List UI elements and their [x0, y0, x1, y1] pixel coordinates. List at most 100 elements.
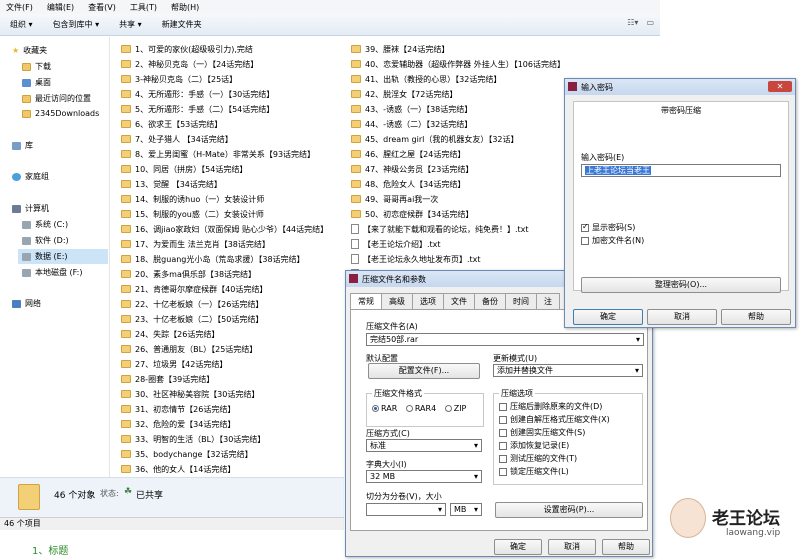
menu-view[interactable]: 查看(V) — [88, 2, 116, 13]
archive-name-input[interactable]: 完结50部.rar — [366, 333, 644, 346]
folder-item[interactable]: 1、可爱的家伙(超级吸引力),完结 — [121, 43, 253, 55]
nav-computer[interactable]: 计算机 — [12, 203, 49, 214]
folder-item[interactable]: 14、制服的诱huo（一）女装设计师 — [121, 193, 264, 205]
folder-item[interactable]: 27、垃圾男【42话完结】 — [121, 358, 227, 370]
folder-item[interactable]: 3-神秘贝克岛（二）【25话】 — [121, 73, 237, 85]
nav-libraries[interactable]: 库 — [12, 140, 33, 151]
password-cancel-button[interactable]: 取消 — [647, 309, 717, 325]
menu-edit[interactable]: 编辑(E) — [47, 2, 74, 13]
tab-comment[interactable]: 注 — [536, 293, 560, 309]
folder-item[interactable]: 50、初恋症候群【34话完结】 — [351, 208, 473, 220]
folder-item[interactable]: 47、神级公务员【23话完结】 — [351, 163, 473, 175]
folder-item[interactable]: 36、他的女人【14话完结】 — [121, 463, 235, 475]
folder-item[interactable]: 48、危险女人【34话完结】 — [351, 178, 465, 190]
folder-item[interactable]: 40、恋爱辅助器（超级作弊器 外挂人生）【106话完结】 — [351, 58, 565, 70]
lock-archive-checkbox[interactable]: 锁定压缩文件(L) — [499, 466, 569, 477]
password-help-button[interactable]: 帮助 — [721, 309, 791, 325]
method-select[interactable]: 标准 — [366, 439, 482, 452]
folder-item[interactable]: 4、无所遁形：手感（一）【30话完结】 — [121, 88, 274, 100]
set-password-button[interactable]: 设置密码(P)... — [495, 502, 643, 518]
tab-options[interactable]: 选项 — [412, 293, 444, 309]
file-item[interactable]: 【来了就能下载和观看的论坛，纯免费！】.txt — [351, 223, 529, 235]
split-unit-select[interactable]: MB — [450, 503, 482, 516]
folder-item[interactable]: 46、腥红之屋【24话完结】 — [351, 148, 465, 160]
nav-desktop[interactable]: 桌面 — [22, 77, 51, 88]
archive-ok-button[interactable]: 确定 — [494, 539, 542, 555]
new-folder-button[interactable]: 新建文件夹 — [162, 19, 202, 30]
folder-item[interactable]: 33、明智的生活（BL）【30话完结】 — [121, 433, 265, 445]
folder-item[interactable]: 32、危险的爱【34话完结】 — [121, 418, 235, 430]
tab-files[interactable]: 文件 — [443, 293, 475, 309]
update-mode-select[interactable]: 添加并替换文件 — [493, 364, 643, 377]
show-password-checkbox[interactable]: 显示密码(S) — [581, 222, 635, 233]
folder-item[interactable]: 21、肯德哥尔摩症候群【40话完结】 — [121, 283, 267, 295]
profiles-button[interactable]: 配置文件(F)... — [368, 363, 480, 379]
folder-item[interactable]: 16、调jiao家政妇（双面保姆 贴心少爷）【44话完结】 — [121, 223, 328, 235]
folder-item[interactable]: 26、普通朋友（BL）【25话完结】 — [121, 343, 257, 355]
menu-file[interactable]: 文件(F) — [6, 2, 33, 13]
tab-advanced[interactable]: 高级 — [381, 293, 413, 309]
folder-item[interactable]: 13、觉醒 【34话完结】 — [121, 178, 222, 190]
format-rar4-radio[interactable]: RAR4 — [405, 404, 436, 413]
folder-item[interactable]: 28-圈套【39话完结】 — [121, 373, 214, 385]
nav-downloads[interactable]: 下载 — [22, 61, 51, 72]
dict-select[interactable]: 32 MB — [366, 470, 482, 483]
password-dialog-titlebar[interactable]: 输入密码 ✕ — [565, 79, 795, 95]
password-ok-button[interactable]: 确定 — [573, 309, 643, 325]
nav-2345downloads[interactable]: 2345Downloads — [22, 109, 99, 118]
nav-network[interactable]: 网络 — [12, 298, 41, 309]
folder-item[interactable]: 6、欲求王【53话完结】 — [121, 118, 222, 130]
nav-drive-e[interactable]: 数据 (E:) — [18, 249, 108, 264]
nav-drive-f[interactable]: 本地磁盘 (F:) — [22, 267, 82, 278]
nav-favorites[interactable]: ★ 收藏夹 — [12, 45, 47, 56]
nav-drive-c[interactable]: 系统 (C:) — [22, 219, 68, 230]
share-button[interactable]: 共享 ▾ — [119, 19, 142, 30]
folder-item[interactable]: 43、-诱惑（一）【38话完结】 — [351, 103, 472, 115]
folder-item[interactable]: 24、失踪【26话完结】 — [121, 328, 219, 340]
folder-item[interactable]: 39、腰袜【24话完结】 — [351, 43, 449, 55]
nav-drive-d[interactable]: 软件 (D:) — [22, 235, 69, 246]
preview-pane-icon[interactable]: ▭ — [646, 18, 654, 27]
folder-item[interactable]: 31、初恋情节【26话完结】 — [121, 403, 235, 415]
folder-item[interactable]: 5、无所遁形：手感（二）【54话完结】 — [121, 103, 274, 115]
nav-homegroup[interactable]: 家庭组 — [12, 171, 49, 182]
tab-time[interactable]: 时间 — [505, 293, 537, 309]
recovery-record-checkbox[interactable]: 添加恢复记录(E) — [499, 440, 569, 451]
folder-item[interactable]: 8、爱上男闺蜜（H-Mate）非常关系【93话完结】 — [121, 148, 315, 160]
password-input[interactable]: 上老王论坛当老王 — [581, 164, 781, 177]
view-options-icon[interactable]: ☷▾ — [627, 18, 638, 27]
format-zip-radio[interactable]: ZIP — [444, 404, 466, 413]
include-in-library-button[interactable]: 包含到库中 ▾ — [53, 19, 100, 30]
folder-item[interactable]: 41、出轨（教授的心思）【32话完结】 — [351, 73, 501, 85]
folder-item[interactable]: 15、制服的you惑（二）女装设计师 — [121, 208, 264, 220]
format-rar-radio[interactable]: RAR — [372, 404, 397, 413]
folder-item[interactable]: 7、处子猎人 【34话完结】 — [121, 133, 233, 145]
menu-tools[interactable]: 工具(T) — [130, 2, 157, 13]
archive-cancel-button[interactable]: 取消 — [548, 539, 596, 555]
folder-item[interactable]: 10、同居（拼房）【54话完结】 — [121, 163, 247, 175]
test-files-checkbox[interactable]: 测试压缩的文件(T) — [499, 453, 577, 464]
close-icon[interactable]: ✕ — [768, 81, 792, 92]
split-size-select[interactable] — [366, 503, 446, 516]
archive-help-button[interactable]: 帮助 — [602, 539, 650, 555]
folder-item[interactable]: 22、十亿老板娘（一）【26话完结】 — [121, 298, 263, 310]
folder-item[interactable]: 49、哥哥再ai我一次 — [351, 193, 438, 205]
folder-item[interactable]: 23、十亿老板娘（二）【50话完结】 — [121, 313, 263, 325]
delete-after-checkbox[interactable]: 压缩后删除原来的文件(D) — [499, 401, 602, 412]
solid-checkbox[interactable]: 创建固实压缩文件(S) — [499, 427, 585, 438]
folder-item[interactable]: 35、bodychange【32话完结】 — [121, 448, 253, 460]
folder-item[interactable]: 20、素多ma俱乐部【38话完结】 — [121, 268, 256, 280]
tab-backup[interactable]: 备份 — [474, 293, 506, 309]
organize-passwords-button[interactable]: 整理密码(O)... — [581, 277, 781, 293]
file-item[interactable]: 【老王论坛介绍】.txt — [351, 238, 441, 250]
folder-item[interactable]: 44、-诱惑（二）【32话完结】 — [351, 118, 472, 130]
nav-recent-places[interactable]: 最近访问的位置 — [22, 93, 91, 104]
folder-item[interactable]: 17、为爱而生 法兰克肖【38话完结】 — [121, 238, 270, 250]
file-item[interactable]: 【老王论坛永久地址发布页】.txt — [351, 253, 481, 265]
folder-item[interactable]: 30、社区神秘美容院【30话完结】 — [121, 388, 259, 400]
folder-item[interactable]: 45、dream girl（我的机器女友）【32话】 — [351, 133, 519, 145]
sfx-checkbox[interactable]: 创建自解压格式压缩文件(X) — [499, 414, 610, 425]
organize-button[interactable]: 组织 ▾ — [10, 19, 33, 30]
menu-help[interactable]: 帮助(H) — [171, 2, 199, 13]
folder-item[interactable]: 18、脱guang光小岛（荒岛求援）【38话完结】 — [121, 253, 305, 265]
